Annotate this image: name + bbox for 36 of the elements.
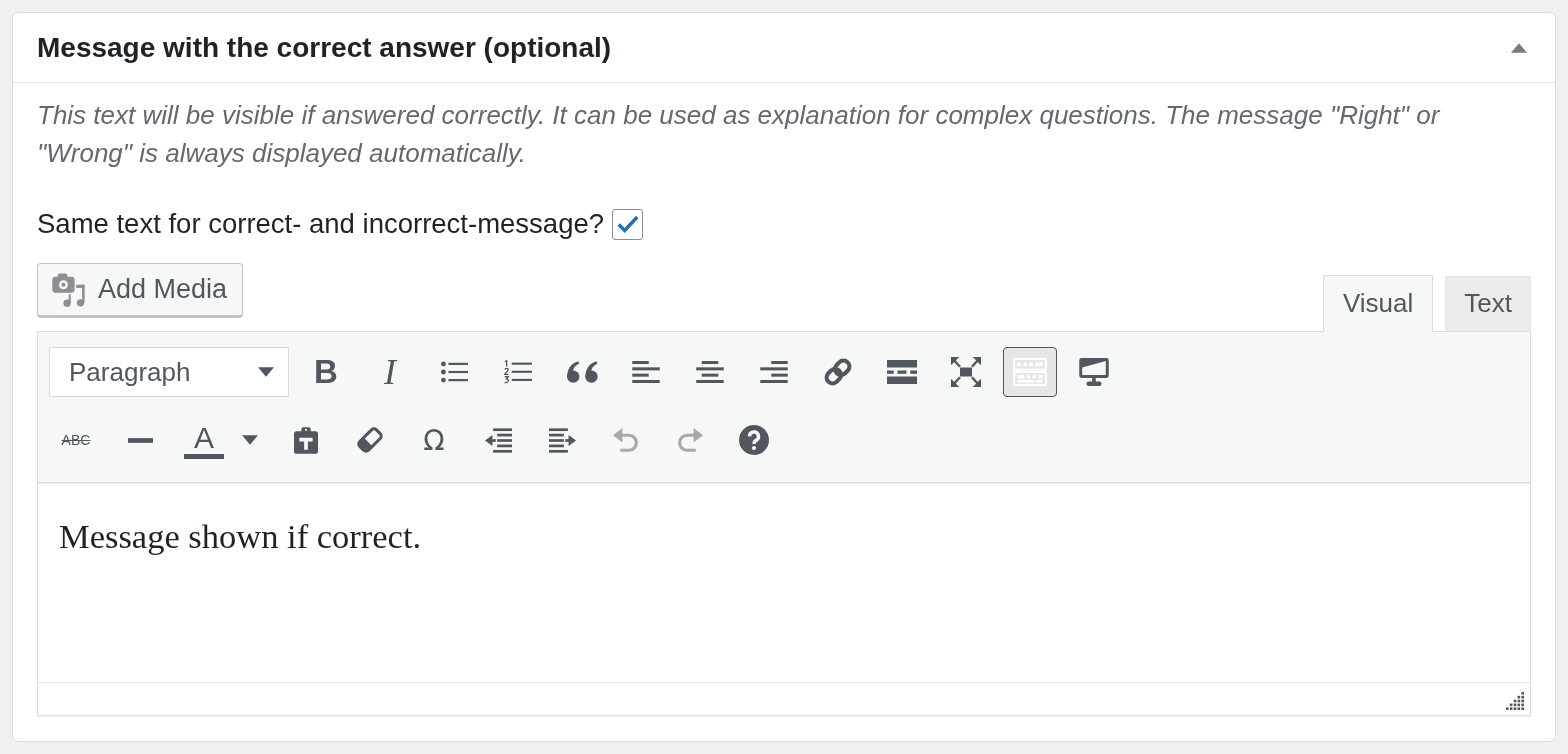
align-center-icon[interactable] <box>696 361 724 383</box>
camera-music-note-icon <box>52 272 86 307</box>
eraser-icon[interactable] <box>356 426 384 454</box>
bullet-list-icon[interactable] <box>440 361 468 383</box>
special-character-button[interactable]: Ω <box>407 415 461 465</box>
align-left-icon[interactable] <box>632 361 660 383</box>
panel-title: Message with the correct answer (optional) <box>37 30 612 65</box>
indent-icon[interactable] <box>548 427 576 453</box>
resize-handle-icon[interactable] <box>1506 692 1524 710</box>
outdent-icon[interactable] <box>484 427 512 453</box>
toolbar-toggle-button[interactable] <box>1003 347 1057 397</box>
checkbox[interactable] <box>612 208 644 240</box>
fullscreen-icon[interactable] <box>951 357 981 387</box>
quote-icon[interactable] <box>566 361 598 383</box>
editor-field[interactable]: Message shown if correct. <box>38 483 1530 682</box>
editor-tab[interactable]: Visual <box>1322 275 1434 332</box>
description-text: This text will be visible if answered correctly. It can be used as explanation for complex questions. The message "Right" or "Wrong" is always displayed automatically. <box>37 99 1442 170</box>
checkbox-label: Same text for correct- and incorrect-message? <box>37 208 605 240</box>
format-select[interactable]: Paragraph <box>49 347 289 397</box>
editor-tab[interactable]: Text <box>1445 276 1531 331</box>
strikethrough-button[interactable]: ABC <box>49 415 103 465</box>
dashed-divider-icon[interactable] <box>887 360 917 384</box>
link-icon[interactable] <box>822 356 854 388</box>
italic-button[interactable]: I <box>363 347 417 397</box>
caret-icon[interactable] <box>242 435 258 445</box>
caret-icon <box>258 367 274 377</box>
help-icon[interactable] <box>739 425 769 455</box>
monitor-icon[interactable] <box>1079 358 1109 386</box>
add-media-button[interactable]: Add Media <box>37 263 244 318</box>
text-color-button[interactable]: A <box>184 421 224 459</box>
numbered-list-icon[interactable] <box>504 360 532 384</box>
caret-icon[interactable] <box>1511 42 1527 53</box>
clipboard-icon[interactable] <box>294 426 318 454</box>
align-right-icon[interactable] <box>760 361 788 383</box>
checkmark-icon <box>616 215 639 233</box>
bold-button[interactable]: B <box>299 347 353 397</box>
